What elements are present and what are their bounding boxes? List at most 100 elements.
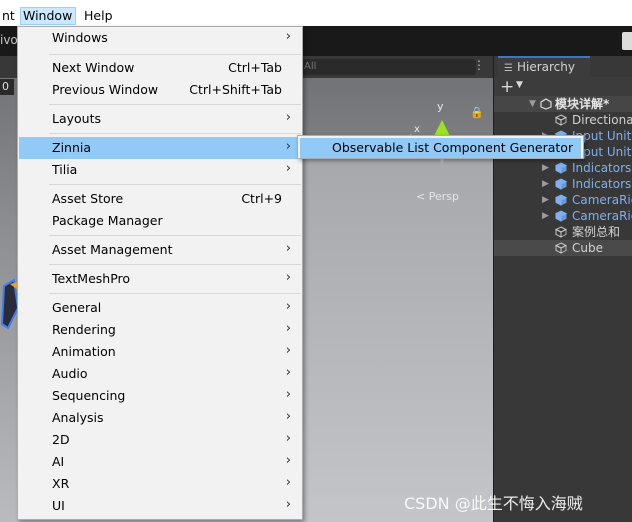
menu-item-windows[interactable]: Windows › (19, 27, 301, 49)
gizmo-y-label: y (437, 100, 444, 113)
chevron-right-icon: › (285, 453, 291, 468)
menu-item-label: Previous Window (52, 82, 159, 97)
menu-item-ui[interactable]: UI › (19, 495, 301, 517)
window-menu: Windows › Next Window Ctrl+Tab Previous Wind… (17, 26, 303, 520)
menu-bar-item-fragment[interactable]: nt (0, 7, 17, 25)
collapse-arrow-icon[interactable]: ▶ (542, 160, 552, 176)
menu-separator (49, 133, 301, 134)
chevron-right-icon: › (285, 431, 291, 446)
menu-item-label: Windows (52, 30, 108, 45)
menu-item-audio[interactable]: Audio › (19, 363, 301, 385)
menu-item-label: TextMeshPro (52, 271, 131, 286)
menu-item-xr[interactable]: XR › (19, 473, 301, 495)
menu-item-package-manager[interactable]: Package Manager (19, 210, 301, 232)
prefab-cube-icon (555, 162, 567, 174)
menu-item-shortcut: Ctrl+Tab (228, 60, 282, 75)
menu-item-next-window[interactable]: Next Window Ctrl+Tab (19, 57, 301, 79)
menu-bar: nt Window Help (0, 0, 632, 26)
hierarchy-item[interactable]: ▶ Indicators.U (494, 160, 632, 176)
menu-item-observable-list-component-generator[interactable]: Observable List Component Generator (300, 138, 581, 158)
prefab-cube-icon (555, 210, 567, 222)
persp-label[interactable]: < Persp (416, 190, 459, 203)
hierarchy-scene-row[interactable]: ▼ 模块详解* (494, 96, 632, 112)
unity-scene-icon (540, 98, 552, 110)
chevron-down-icon[interactable]: ▼ (516, 80, 523, 90)
menu-item-layouts[interactable]: Layouts › (19, 108, 301, 130)
menu-separator (49, 54, 301, 55)
hierarchy-item[interactable]: Cube (494, 240, 632, 256)
menu-item-label: AI (52, 454, 65, 469)
menu-item-label: Asset Store (52, 191, 124, 206)
toolbar-right-button[interactable] (622, 32, 632, 50)
chevron-right-icon: › (285, 270, 291, 285)
prefab-cube-icon (555, 194, 567, 206)
menu-item-label: General (52, 300, 102, 315)
hierarchy-panel: ☰Hierarchy + ▼ ▼模块详解*Directional▶Input U… (493, 56, 632, 522)
zinnia-submenu: Observable List Component Generator (297, 135, 584, 159)
menu-item-label: UI (52, 498, 65, 513)
hierarchy-item[interactable]: ▶ CameraRig (494, 192, 632, 208)
collapse-arrow-icon[interactable]: ▶ (542, 192, 552, 208)
menu-item-asset-management[interactable]: Asset Management › (19, 239, 301, 261)
menu-item-label: Tilia (52, 162, 78, 177)
gameobject-cube-icon (555, 114, 567, 126)
add-icon[interactable]: + (500, 77, 514, 97)
more-options-icon[interactable]: ⋮ (473, 58, 485, 72)
menu-item-animation[interactable]: Animation › (19, 341, 301, 363)
menu-item-textmeshpro[interactable]: TextMeshPro › (19, 268, 301, 290)
hierarchy-item[interactable]: Directional (494, 112, 632, 128)
menu-item-label: Layouts (52, 111, 102, 126)
gameobject-cube-icon (555, 242, 567, 254)
menu-item-label: Asset Management (52, 242, 173, 257)
hierarchy-item-label: CameraRig (572, 193, 632, 207)
chevron-right-icon: › (285, 161, 291, 176)
chevron-right-icon: › (285, 475, 291, 490)
menu-item-label: Sequencing (52, 388, 126, 403)
menu-item-zinnia[interactable]: Zinnia › (19, 137, 301, 159)
chevron-right-icon: › (285, 321, 291, 336)
menu-item-asset-store[interactable]: Asset Store Ctrl+9 (19, 188, 301, 210)
menu-bar-item-help[interactable]: Help (82, 7, 115, 25)
menu-item-previous-window[interactable]: Previous Window Ctrl+Shift+Tab (19, 79, 301, 101)
menu-item-shortcut: Ctrl+9 (241, 191, 282, 206)
collapse-arrow-icon[interactable]: ▶ (542, 208, 552, 224)
chevron-right-icon: › (285, 387, 291, 402)
chevron-right-icon: › (285, 497, 291, 512)
menu-item-label: Animation (52, 344, 116, 359)
hierarchy-item[interactable]: ▶ CameraRig (494, 208, 632, 224)
hierarchy-item-label: Directional (572, 113, 632, 127)
menu-item-sequencing[interactable]: Sequencing › (19, 385, 301, 407)
menu-item-label: Zinnia (52, 140, 92, 155)
menu-separator (49, 104, 301, 105)
hierarchy-item-label: Indicators.U (572, 177, 632, 191)
menu-item-label: Analysis (52, 410, 104, 425)
hierarchy-item-label: CameraRig (572, 209, 632, 223)
menu-item-shortcut: Ctrl+Shift+Tab (189, 82, 282, 97)
menu-item-general[interactable]: General › (19, 297, 301, 319)
scene-search-input[interactable]: All (298, 59, 476, 75)
toolbar-fragment-text: ivo (0, 33, 18, 47)
chevron-right-icon: › (285, 139, 291, 154)
hierarchy-item[interactable]: ▶ Indicators.U (494, 176, 632, 192)
hierarchy-item[interactable]: 案例总和 (494, 224, 632, 240)
menu-separator (49, 235, 301, 236)
menu-item-rendering[interactable]: Rendering › (19, 319, 301, 341)
tab-hierarchy[interactable]: ☰ Hierarchy (498, 56, 590, 77)
menu-separator (49, 184, 301, 185)
menu-item-tilia[interactable]: Tilia › (19, 159, 301, 181)
list-icon: ☰ (504, 63, 513, 74)
scene-left-fragment: 0 (0, 79, 14, 95)
chevron-right-icon: › (285, 365, 291, 380)
chevron-right-icon: › (285, 241, 291, 256)
hierarchy-item-label: Indicators.U (572, 161, 632, 175)
menu-item-2d[interactable]: 2D › (19, 429, 301, 451)
prefab-cube-icon (555, 178, 567, 190)
menu-item-ai[interactable]: AI › (19, 451, 301, 473)
expand-arrow-icon[interactable]: ▼ (529, 96, 539, 112)
collapse-arrow-icon[interactable]: ▶ (542, 176, 552, 192)
menu-bar-item-window[interactable]: Window (20, 7, 76, 25)
menu-item-label: Audio (52, 366, 88, 381)
menu-item-label: XR (52, 476, 70, 491)
menu-item-analysis[interactable]: Analysis › (19, 407, 301, 429)
chevron-right-icon: › (285, 29, 291, 44)
